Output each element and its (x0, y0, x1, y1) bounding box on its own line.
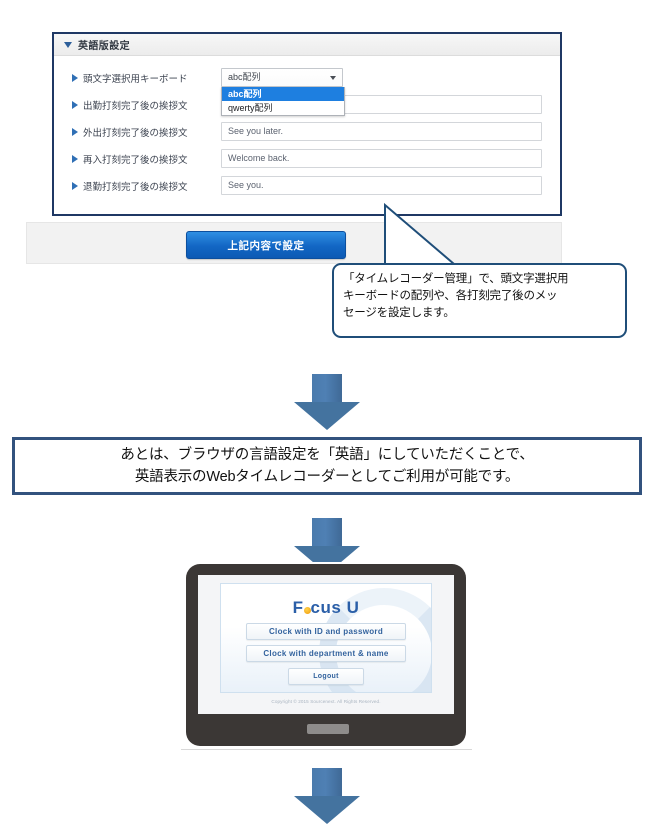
select-arrow-icon (330, 76, 336, 80)
logo-text-pre: F (292, 598, 304, 617)
bullet-triangle-icon (72, 127, 78, 136)
bullet-triangle-icon (72, 100, 78, 109)
panel-header[interactable]: 英語版設定 (54, 34, 560, 56)
form-row-keyboard-layout: 頭文字選択用キーボード abc配列 abc配列 qwerty配列 (54, 64, 560, 116)
note-line-1: あとは、ブラウザの言語設定を「英語」にしていただくことで、 (120, 447, 534, 463)
bullet-triangle-icon (72, 154, 78, 163)
option-qwerty[interactable]: qwerty配列 (222, 101, 344, 115)
down-arrow-1 (294, 374, 360, 430)
time-recorder-panel: Fcus U Clock with ID and password Clock … (220, 583, 432, 693)
chevron-down-icon (64, 41, 72, 48)
note-line-2: 英語表示のWebタイムレコーダーとしてご利用が可能です。 (134, 469, 520, 485)
clock-with-department-button[interactable]: Clock with department & name (246, 645, 406, 662)
tablet-mockup: Fcus U Clock with ID and password Clock … (181, 562, 472, 750)
tablet-frame: Fcus U Clock with ID and password Clock … (186, 564, 466, 746)
return-message-input[interactable]: Welcome back. (221, 149, 542, 168)
arrow-shaft (312, 374, 342, 402)
label-clockin-message: 出勤打刻完了後の挨拶文 (83, 100, 188, 112)
note-box: あとは、ブラウザの言語設定を「英語」にしていただくことで、 英語表示のWebタイ… (12, 437, 642, 495)
form-row-stepout-message: 外出打刻完了後の挨拶文 See you later. (54, 118, 560, 145)
keyboard-layout-option-list[interactable]: abc配列 qwerty配列 (221, 87, 345, 116)
keyboard-layout-value: abc配列 (228, 72, 261, 82)
tablet-screen: Fcus U Clock with ID and password Clock … (198, 575, 454, 714)
panel-body: 頭文字選択用キーボード abc配列 abc配列 qwerty配列 出勤打刻完了後… (54, 56, 560, 203)
callout-line-2: キーボードの配列や、各打刻完了後のメッ (343, 290, 558, 302)
label-keyboard-layout: 頭文字選択用キーボード (83, 73, 188, 85)
field-keyboard-layout: abc配列 abc配列 qwerty配列 (221, 68, 542, 116)
logo-dot-icon (303, 607, 311, 614)
stepout-message-input[interactable]: See you later. (221, 122, 542, 141)
bullet-triangle-icon (72, 73, 78, 82)
callout-line-3: セージを設定します。 (343, 307, 455, 319)
field-stepout-message: See you later. (221, 122, 542, 141)
down-arrow-3 (294, 768, 360, 824)
option-abc[interactable]: abc配列 (222, 87, 344, 101)
label-stepout-message: 外出打刻完了後の挨拶文 (83, 127, 188, 139)
keyboard-layout-select[interactable]: abc配列 (221, 68, 343, 87)
tablet-home-button[interactable] (307, 724, 349, 734)
bullet-triangle-icon (72, 181, 78, 190)
callout-box: 「タイムレコーダー管理」で、頭文字選択用 キーボードの配列や、各打刻完了後のメッ… (332, 263, 627, 338)
english-settings-panel: 英語版設定 頭文字選択用キーボード abc配列 abc配列 qwerty配列 出… (52, 32, 562, 216)
clockout-message-input[interactable]: See you. (221, 176, 542, 195)
arrow-shaft (312, 518, 342, 546)
logout-button[interactable]: Logout (288, 668, 364, 685)
field-clockout-message: See you. (221, 176, 542, 195)
logo-text-post: cus U (310, 598, 360, 617)
callout: 「タイムレコーダー管理」で、頭文字選択用 キーボードの配列や、各打刻完了後のメッ… (322, 202, 632, 344)
label-return-message: 再入打刻完了後の挨拶文 (83, 154, 188, 166)
panel-title: 英語版設定 (78, 41, 130, 52)
focus-u-logo: Fcus U (221, 598, 431, 618)
copyright-text: Copyright © 2015 Sourcenext. All Rights … (271, 699, 381, 704)
callout-line-1: 「タイムレコーダー管理」で、頭文字選択用 (343, 273, 569, 285)
form-row-return-message: 再入打刻完了後の挨拶文 Welcome back. (54, 145, 560, 172)
form-row-clockout-message: 退勤打刻完了後の挨拶文 See you. (54, 172, 560, 199)
arrow-head (294, 796, 360, 824)
field-return-message: Welcome back. (221, 149, 542, 168)
arrow-head (294, 402, 360, 430)
label-clockout-message: 退勤打刻完了後の挨拶文 (83, 181, 188, 193)
clock-with-id-button[interactable]: Clock with ID and password (246, 623, 406, 640)
arrow-shaft (312, 768, 342, 796)
